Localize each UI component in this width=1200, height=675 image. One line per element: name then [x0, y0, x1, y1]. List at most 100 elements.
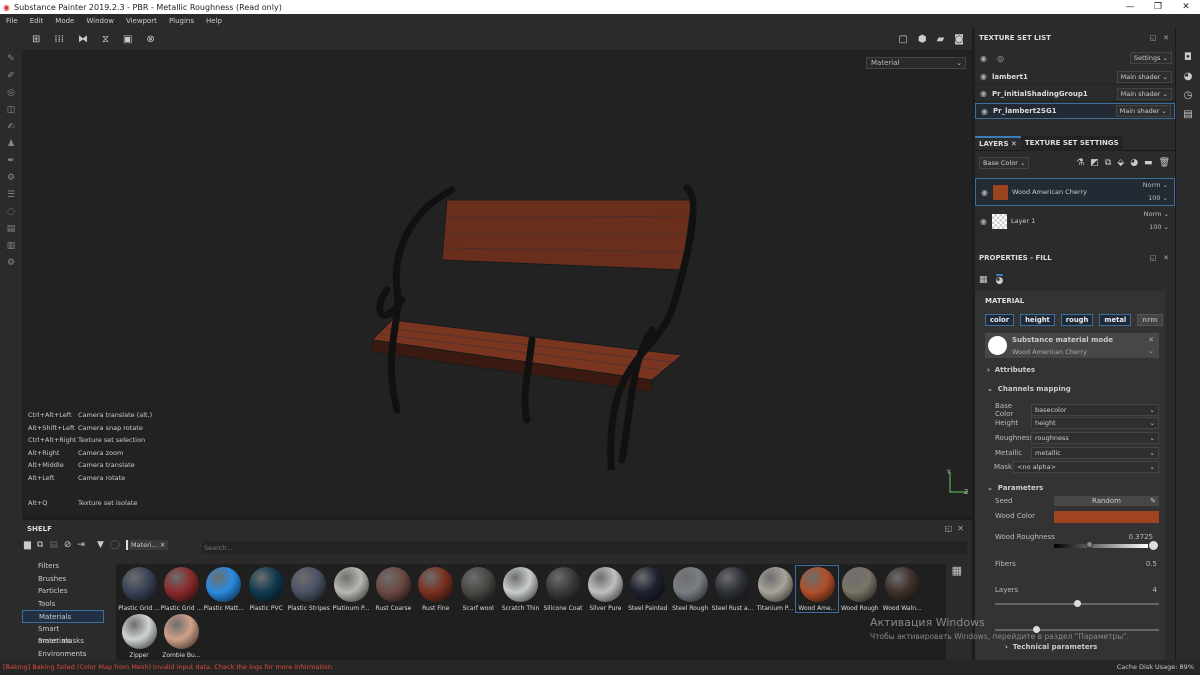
material-item[interactable]: Plastic Grid ...: [118, 566, 160, 612]
minimize-button[interactable]: —: [1116, 0, 1144, 14]
shelf-category[interactable]: Brushes: [22, 573, 104, 586]
filter-tag[interactable]: Materi... ✕: [125, 540, 169, 550]
material-item[interactable]: Platinum P...: [330, 566, 372, 612]
new-folder-icon[interactable]: ⧉: [37, 540, 43, 550]
menu-file[interactable]: File: [0, 17, 24, 25]
add-mask-icon[interactable]: ◩: [1090, 158, 1099, 168]
bake-icon[interactable]: ◌: [7, 207, 15, 217]
save-icon[interactable]: ▤: [49, 540, 58, 550]
polyfill-icon[interactable]: ◫: [7, 105, 16, 115]
eye-icon[interactable]: ◉: [981, 188, 988, 197]
properties-close-icon[interactable]: ◱ ✕: [1150, 254, 1169, 262]
camera-icon[interactable]: ▰: [937, 34, 945, 45]
symmetry-icon[interactable]: ⧓: [78, 34, 88, 45]
seed-random-button[interactable]: Random ✎: [1054, 496, 1159, 506]
eye-icon[interactable]: ◉: [981, 107, 988, 116]
add-fill-icon[interactable]: ⬙: [1117, 158, 1124, 168]
grid-options-icon[interactable]: ⁞⁞⁞: [54, 34, 64, 45]
close-button[interactable]: ✕: [1172, 0, 1200, 14]
shelf-category[interactable]: Filters: [22, 560, 104, 573]
clone-icon[interactable]: ♟: [7, 139, 15, 149]
display-settings-icon[interactable]: ◘: [1184, 52, 1192, 63]
layer-item[interactable]: ◉ Layer 1 Norm ⌄ 100 ⌄: [975, 207, 1175, 235]
material-item[interactable]: Plastic Stripes: [288, 566, 330, 612]
viewport-3d[interactable]: Material ⌄ YZ Ctrl+Alt+Left Camera transla…: [22, 50, 972, 516]
screenshot-icon[interactable]: ◙: [954, 34, 964, 45]
attributes-section[interactable]: › Attributes: [987, 366, 1035, 374]
remove-material-icon[interactable]: ✕: [1148, 336, 1154, 344]
material-properties-icon[interactable]: ◕: [995, 274, 1004, 286]
material-item[interactable]: Silicone Coat: [542, 566, 584, 612]
chip-color[interactable]: color: [985, 314, 1015, 326]
paint-brush-icon[interactable]: ✎: [7, 54, 15, 64]
mapping-dropdown[interactable]: height ⌄: [1031, 417, 1159, 429]
log-icon[interactable]: ☰: [7, 190, 15, 200]
technical-parameters-section[interactable]: › Technical parameters: [1005, 643, 1097, 651]
menu-window[interactable]: Window: [80, 17, 120, 25]
wood-roughness-slider[interactable]: [1054, 541, 1148, 548]
tab-texture-set-settings[interactable]: TEXTURE SET SETTINGS: [1020, 135, 1123, 151]
projection-icon[interactable]: ◎: [7, 88, 15, 98]
blend-mode-dropdown[interactable]: Norm: [1143, 181, 1161, 189]
import-icon[interactable]: ⇥: [77, 540, 85, 550]
texture-picker-icon[interactable]: [1149, 541, 1158, 550]
float-panel-icon[interactable]: ◱: [945, 524, 953, 533]
material-item[interactable]: Wood Waln...: [881, 566, 923, 612]
texture-set-item[interactable]: ◉ Pr_lambert2SG1 Main shader ⌄: [975, 103, 1175, 119]
add-paint-icon[interactable]: ◕: [1130, 158, 1138, 168]
add-effect-icon[interactable]: ⚗: [1076, 158, 1084, 168]
add-layer-icon[interactable]: ⧉: [1105, 158, 1111, 168]
slider-knob[interactable]: [1086, 541, 1093, 548]
menu-mode[interactable]: Mode: [49, 17, 80, 25]
photoshop-icon[interactable]: ▤: [7, 224, 16, 234]
log-icon[interactable]: ▤: [1183, 109, 1192, 120]
menu-plugins[interactable]: Plugins: [163, 17, 200, 25]
eye-icon[interactable]: ◉: [980, 89, 987, 98]
maximize-button[interactable]: ❐: [1144, 0, 1172, 14]
chip-rough[interactable]: rough: [1060, 314, 1094, 326]
menu-help[interactable]: Help: [200, 17, 228, 25]
material-item[interactable]: Zipper: [118, 613, 160, 659]
material-item[interactable]: Zombie Bu...: [160, 613, 202, 659]
shelf-category[interactable]: Materials: [22, 610, 104, 623]
texture-set-item[interactable]: ◉ lambert1 Main shader ⌄: [975, 69, 1175, 85]
material-item[interactable]: Rust Fine: [415, 566, 457, 612]
shader-dropdown[interactable]: Main shader ⌄: [1116, 87, 1172, 100]
shelf-category[interactable]: Smart materials: [22, 623, 104, 646]
material-item[interactable]: Scarf wool: [457, 566, 499, 612]
folder-icon[interactable]: ▆: [24, 540, 31, 550]
fibers-slider[interactable]: [995, 600, 1159, 607]
parameters-section[interactable]: ⌄ Parameters: [987, 484, 1043, 492]
hide-icon[interactable]: ⊘: [64, 540, 72, 550]
menu-viewport[interactable]: Viewport: [120, 17, 163, 25]
chip-nrm[interactable]: nrm: [1137, 314, 1163, 326]
blend-mode-dropdown[interactable]: Norm: [1144, 210, 1162, 218]
shelf-category[interactable]: Tools: [22, 598, 104, 611]
material-item[interactable]: Wood Ame...: [795, 565, 840, 613]
frame-icon[interactable]: ▣: [123, 34, 132, 45]
material-item[interactable]: Plastic PVC: [245, 566, 287, 612]
picker-icon[interactable]: ✒: [7, 156, 15, 166]
eraser-icon[interactable]: ✐: [7, 71, 15, 81]
viewport-mode-select[interactable]: Material ⌄: [866, 57, 966, 69]
material-item[interactable]: Steel Painted: [627, 566, 669, 612]
delete-icon[interactable]: 🗑: [1159, 158, 1170, 168]
chip-height[interactable]: height: [1020, 314, 1055, 326]
chevron-down-icon[interactable]: ⌄: [1148, 347, 1154, 355]
mapping-dropdown[interactable]: basecolor ⌄: [1031, 404, 1159, 416]
shader-dropdown[interactable]: Main shader ⌄: [1115, 105, 1171, 117]
menu-edit[interactable]: Edit: [24, 17, 50, 25]
channels-mapping-section[interactable]: ⌄ Channels mapping: [987, 385, 1071, 393]
shelf-category[interactable]: Smart masks: [22, 635, 104, 648]
wood-color-swatch[interactable]: [1054, 511, 1159, 523]
channel-dropdown[interactable]: Base Color ⌄: [979, 157, 1030, 169]
grid-view-icon[interactable]: ▦: [952, 564, 962, 577]
settings-dropdown[interactable]: Settings ⌄: [1129, 52, 1172, 64]
close-shelf-icon[interactable]: ✕: [957, 524, 964, 533]
layers-slider[interactable]: [995, 626, 1159, 633]
grid-select-icon[interactable]: ⊞: [32, 34, 40, 45]
mapping-dropdown[interactable]: roughness ⌄: [1031, 432, 1159, 444]
filter-icon[interactable]: ▼: [97, 540, 104, 550]
tab-layers[interactable]: LAYERS ✕: [975, 135, 1021, 151]
material-mode-box[interactable]: Substance material mode Wood American Ch…: [985, 333, 1159, 358]
